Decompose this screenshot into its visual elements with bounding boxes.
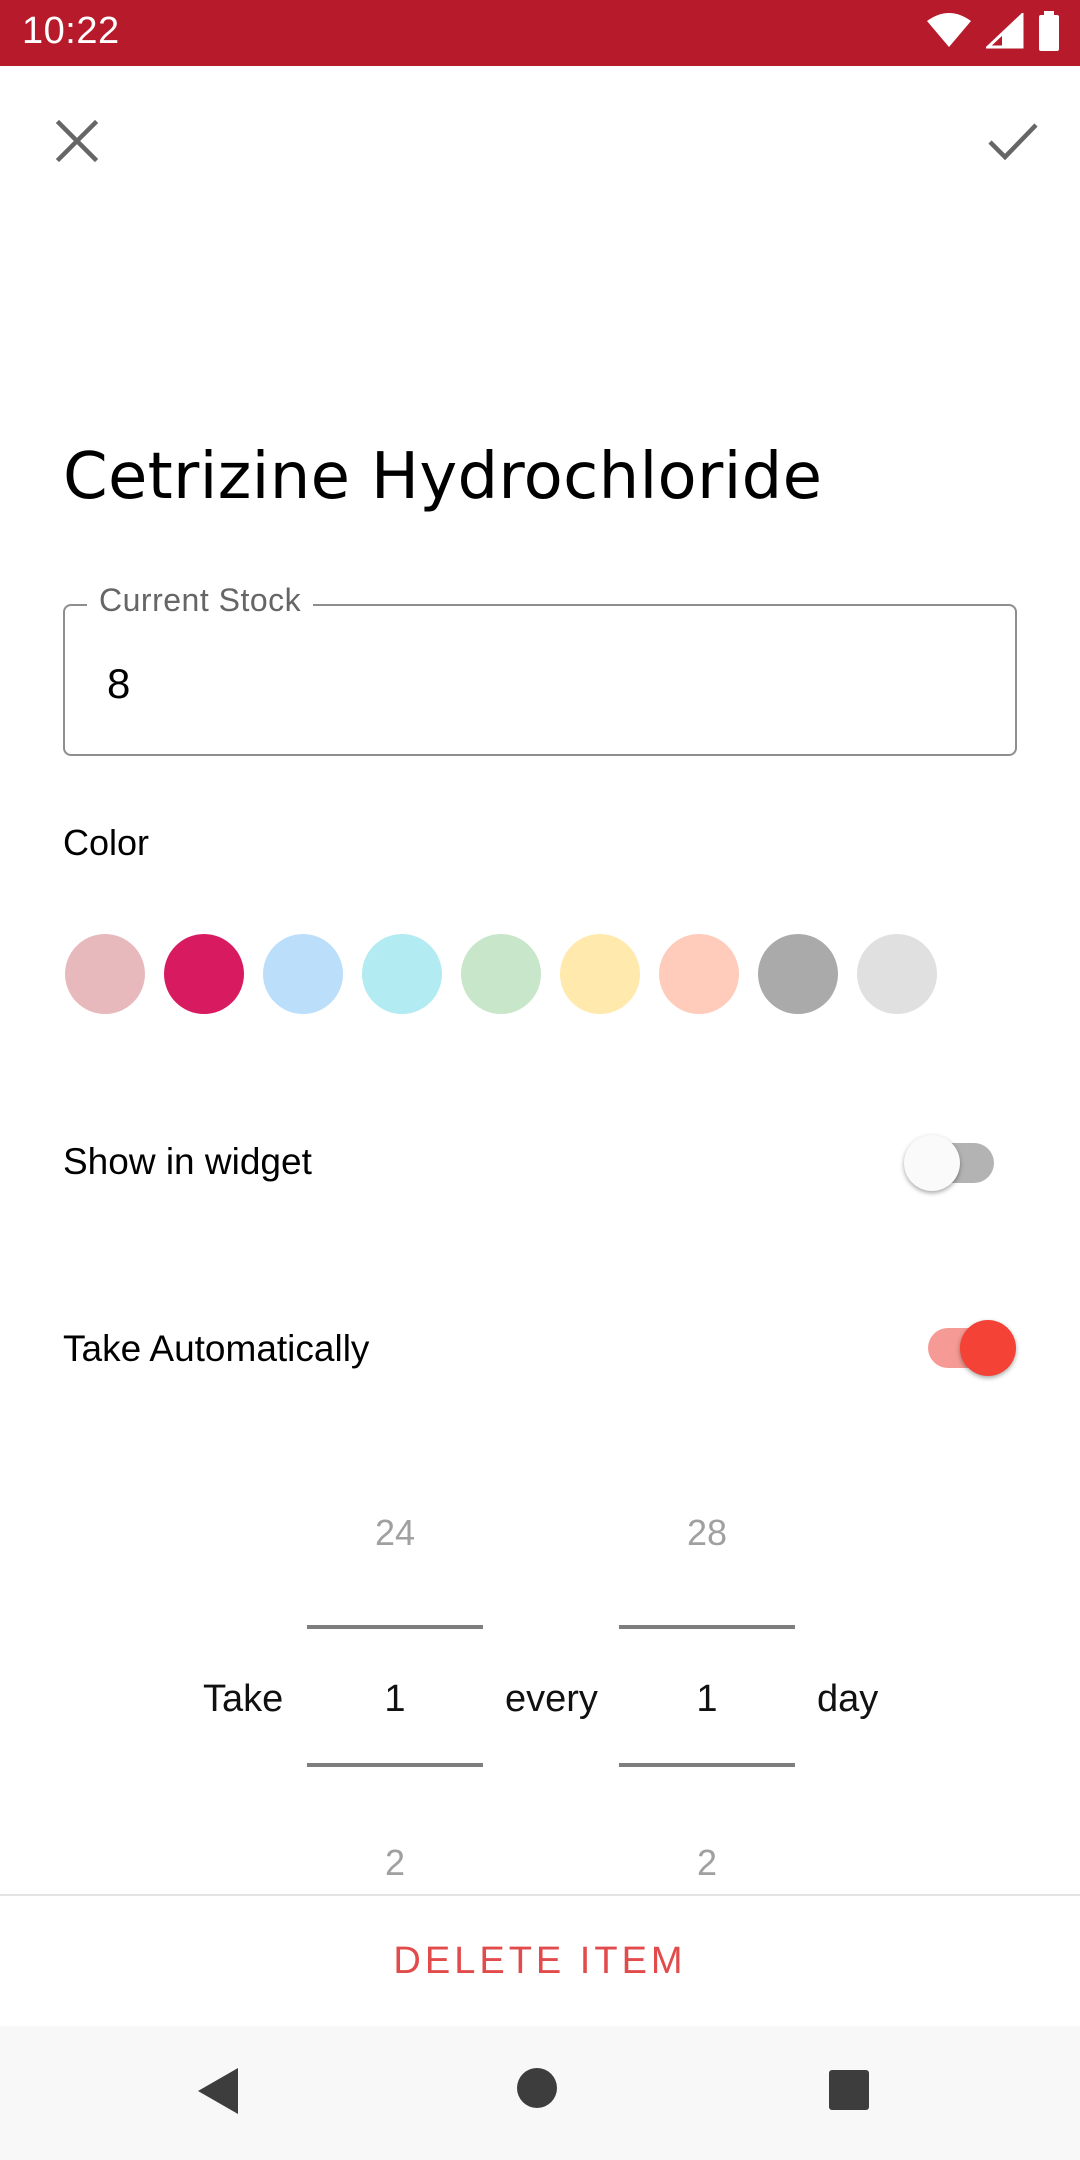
take-automatically-label: Take Automatically	[63, 1328, 370, 1369]
color-swatch-cyan[interactable]	[362, 934, 442, 1014]
dose-picker-next[interactable]: 2	[307, 1842, 483, 1884]
interval-picker-divider-top	[619, 1625, 795, 1629]
status-time: 10:22	[22, 10, 120, 52]
nav-recents-button[interactable]	[828, 2069, 874, 2115]
switch-thumb	[960, 1320, 1016, 1376]
dose-picker-previous[interactable]: 24	[307, 1512, 483, 1554]
nav-home-button[interactable]	[515, 2066, 565, 2116]
take-text: Take	[203, 1678, 284, 1720]
nav-back-button[interactable]	[196, 2066, 256, 2122]
dose-picker-divider-top	[307, 1625, 483, 1629]
dose-picker-divider-bottom	[307, 1763, 483, 1767]
color-swatch-row	[65, 934, 937, 1014]
color-swatch-light-gray[interactable]	[857, 934, 937, 1014]
color-swatch-yellow[interactable]	[560, 934, 640, 1014]
close-icon	[55, 119, 99, 168]
wifi-icon	[926, 12, 972, 54]
battery-icon	[1038, 10, 1060, 56]
confirm-button[interactable]	[965, 95, 1061, 191]
show-in-widget-label: Show in widget	[63, 1141, 312, 1182]
take-automatically-switch[interactable]	[926, 1318, 1016, 1378]
status-bar: 10:22	[0, 0, 1080, 66]
home-icon	[515, 2068, 559, 2114]
dose-picker-value[interactable]: 1	[307, 1678, 483, 1721]
interval-picker-value[interactable]: 1	[619, 1678, 795, 1721]
color-swatch-magenta[interactable]	[164, 934, 244, 1014]
cellular-signal-icon	[984, 11, 1024, 54]
close-button[interactable]	[29, 95, 125, 191]
color-heading: Color	[63, 822, 150, 863]
current-stock-field[interactable]: Current Stock 8	[63, 582, 1017, 756]
current-stock-label: Current Stock	[87, 582, 314, 619]
day-text: day	[817, 1678, 879, 1720]
check-icon	[987, 121, 1039, 166]
color-swatch-peach[interactable]	[659, 934, 739, 1014]
color-swatch-gray[interactable]	[758, 934, 838, 1014]
color-swatch-light-blue[interactable]	[263, 934, 343, 1014]
status-icons	[926, 10, 1060, 56]
switch-thumb	[904, 1135, 960, 1191]
color-swatch-green[interactable]	[461, 934, 541, 1014]
interval-picker-divider-bottom	[619, 1763, 795, 1767]
show-in-widget-switch[interactable]	[904, 1133, 996, 1193]
recents-icon	[828, 2070, 870, 2115]
navigation-bar	[0, 2026, 1080, 2160]
delete-item-button[interactable]: DELETE ITEM	[0, 1896, 1080, 2026]
item-title: Cetrizine Hydrochloride	[63, 440, 823, 514]
current-stock-value[interactable]: 8	[107, 660, 130, 708]
interval-picker-previous[interactable]: 28	[619, 1512, 795, 1554]
color-swatch-pink[interactable]	[65, 934, 145, 1014]
back-icon	[196, 2068, 240, 2120]
every-text: every	[505, 1678, 598, 1720]
interval-picker-next[interactable]: 2	[619, 1842, 795, 1884]
